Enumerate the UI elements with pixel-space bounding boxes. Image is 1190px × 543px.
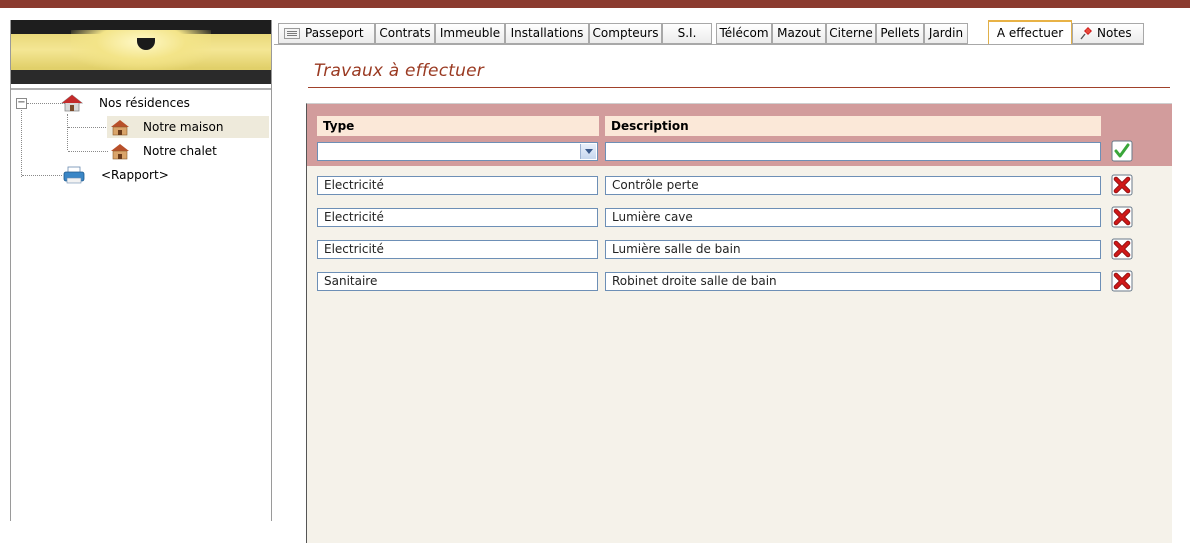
tab-label: Compteurs [592, 26, 659, 40]
tab-label: S.I. [677, 26, 697, 40]
tab-label: Citerne [829, 26, 873, 40]
delete-button[interactable] [1111, 174, 1133, 196]
task-description-field[interactable]: Contrôle perte [605, 176, 1101, 195]
tab-label: Jardin [928, 26, 964, 40]
top-accent-bar [0, 0, 1190, 8]
tree-item-notre-chalet[interactable]: Notre chalet [107, 140, 269, 162]
tab-label: Contrats [379, 26, 431, 40]
tree-label: Notre maison [143, 120, 224, 134]
chevron-down-icon[interactable] [580, 144, 596, 159]
delete-button[interactable] [1111, 238, 1133, 260]
task-type-field[interactable]: Sanitaire [317, 272, 598, 291]
tree-connector [68, 151, 108, 152]
new-type-select[interactable] [317, 142, 598, 161]
banner-image [11, 20, 271, 70]
tab-label: Mazout [777, 26, 821, 40]
tree-connector [68, 127, 108, 128]
tree-connector [21, 105, 22, 177]
tab-installations[interactable]: Installations [505, 23, 589, 44]
tasks-panel: Type Description Electricité Contrôle pe… [306, 103, 1172, 543]
tab-label: A effectuer [996, 26, 1064, 40]
house-icon [111, 144, 129, 160]
tab-mazout[interactable]: Mazout [772, 23, 826, 44]
tab-si[interactable]: S.I. [662, 23, 712, 44]
navigation-panel: − Nos résidences Notre maison Notre chal… [10, 20, 272, 521]
banner-light [71, 30, 211, 70]
tab-label: Immeuble [439, 26, 501, 40]
tab-a-effectuer[interactable]: A effectuer [988, 20, 1072, 45]
tab-notes[interactable]: Notes [1072, 23, 1144, 44]
column-header-type: Type [317, 116, 599, 136]
collapse-toggle[interactable]: − [16, 98, 27, 109]
task-description-field[interactable]: Lumière salle de bain [605, 240, 1101, 259]
printer-icon [63, 166, 85, 184]
task-type-field[interactable]: Electricité [317, 176, 598, 195]
residence-tree: − Nos résidences Notre maison Notre chal… [11, 88, 271, 521]
tab-label: Passeport [305, 26, 364, 40]
confirm-add-button[interactable] [1111, 140, 1133, 162]
tree-connector [22, 175, 62, 176]
tree-label: Notre chalet [143, 144, 217, 158]
tab-jardin[interactable]: Jardin [924, 23, 968, 44]
tab-immeuble[interactable]: Immeuble [435, 23, 505, 44]
tab-compteurs[interactable]: Compteurs [589, 23, 662, 44]
column-header-description: Description [605, 116, 1101, 136]
banner-divider [11, 70, 271, 84]
tab-label: Pellets [880, 26, 920, 40]
tab-pellets[interactable]: Pellets [876, 23, 924, 44]
task-description-field[interactable]: Robinet droite salle de bain [605, 272, 1101, 291]
new-task-band: Type Description [307, 104, 1172, 166]
main-content: Travaux à effectuer Type Description Ele… [274, 45, 1190, 543]
tab-contrats[interactable]: Contrats [375, 23, 435, 44]
task-type-field[interactable]: Electricité [317, 208, 598, 227]
tree-connector [67, 114, 68, 150]
tab-bar: Passeport Contrats Immeuble Installation… [274, 20, 1190, 45]
tab-telecom[interactable]: Télécom [716, 23, 772, 44]
list-icon [284, 28, 300, 39]
tab-label: Installations [510, 26, 584, 40]
house-group-icon [61, 94, 83, 112]
delete-button[interactable] [1111, 270, 1133, 292]
title-divider [308, 87, 1170, 88]
house-icon [111, 120, 129, 136]
tree-item-notre-maison[interactable]: Notre maison [107, 116, 269, 138]
pin-icon [1080, 27, 1092, 40]
page-title: Travaux à effectuer [314, 61, 484, 81]
tab-citerne[interactable]: Citerne [826, 23, 876, 44]
tree-label: <Rapport> [101, 168, 169, 182]
tab-label: Télécom [719, 26, 769, 40]
tree-item-residences[interactable]: Nos résidences [61, 92, 261, 114]
task-type-field[interactable]: Electricité [317, 240, 598, 259]
tree-label: Nos résidences [99, 96, 190, 110]
tree-connector [27, 103, 65, 104]
tab-passeport[interactable]: Passeport [278, 23, 375, 44]
tree-item-rapport[interactable]: <Rapport> [61, 164, 261, 186]
new-description-input[interactable] [605, 142, 1101, 161]
delete-button[interactable] [1111, 206, 1133, 228]
task-description-field[interactable]: Lumière cave [605, 208, 1101, 227]
tab-label: Notes [1097, 26, 1132, 40]
